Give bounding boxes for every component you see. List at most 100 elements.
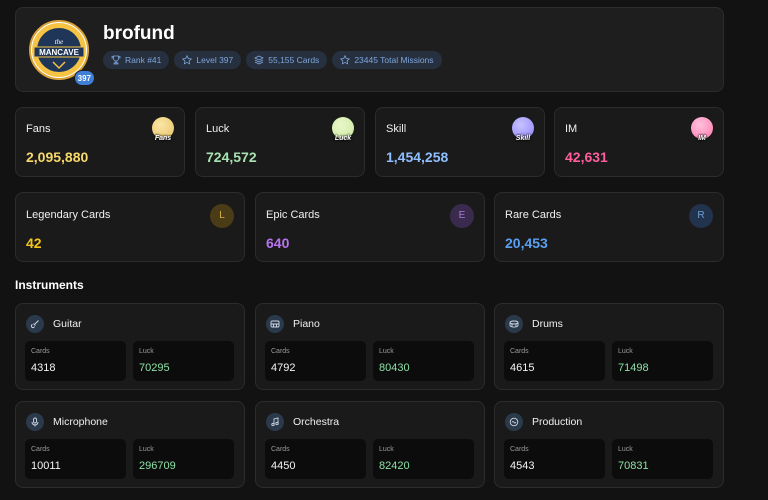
layers-icon [254, 55, 265, 65]
luck-value: 80430 [379, 362, 410, 374]
stat-value: 1,454,258 [386, 149, 449, 165]
svg-text:the: the [55, 38, 64, 46]
rarity-card-epic: Epic Cards 640 E [255, 192, 485, 262]
cards-stat: Cards 4450 [265, 439, 366, 479]
instrument-card-drums: Drums Cards 4615 Luck 71498 [494, 303, 724, 390]
instrument-name: Microphone [53, 416, 108, 428]
star-icon [340, 55, 351, 65]
profile-chips: Rank #41 Level 397 55,155 Cards 23445 To… [103, 51, 442, 69]
instrument-card-guitar: Guitar Cards 4318 Luck 70295 [15, 303, 245, 390]
cards-label: Cards [510, 348, 529, 355]
rarity-label: Legendary Cards [26, 209, 111, 221]
cards-value: 4318 [31, 362, 56, 374]
luck-stat: Luck 296709 [133, 439, 234, 479]
instrument-card-microphone: Microphone Cards 10011 Luck 296709 [15, 401, 245, 488]
level-chip-label: Level 397 [196, 55, 234, 65]
cards-chip-label: 55,155 Cards [268, 55, 320, 65]
cards-value: 10011 [31, 460, 61, 472]
music-note-icon [266, 413, 284, 431]
cards-chip: 55,155 Cards [246, 51, 328, 69]
stat-value: 42,631 [565, 149, 608, 165]
luck-label: Luck [139, 348, 154, 355]
missions-chip: 23445 Total Missions [332, 51, 442, 69]
luck-label: Luck [618, 348, 633, 355]
disc-icon [505, 413, 523, 431]
rare-letter-badge: R [689, 204, 713, 228]
cards-value: 4450 [271, 460, 296, 472]
luck-value: 82420 [379, 460, 410, 472]
skill-icon-label: Skill [515, 135, 531, 142]
cards-stat: Cards 10011 [25, 439, 126, 479]
instrument-card-orchestra: Orchestra Cards 4450 Luck 82420 [255, 401, 485, 488]
missions-chip-label: 23445 Total Missions [354, 55, 434, 65]
instrument-name: Guitar [53, 318, 82, 330]
stat-label: Luck [206, 123, 230, 135]
stat-card-skill: Skill 1,454,258 Skill [375, 107, 545, 177]
luck-stat: Luck 71498 [612, 341, 713, 381]
avatar[interactable]: the MANCAVE 397 [29, 20, 95, 86]
stat-value: 2,095,880 [26, 149, 89, 165]
cards-label: Cards [31, 348, 50, 355]
cards-stat: Cards 4543 [504, 439, 605, 479]
instruments-heading: Instruments [15, 278, 84, 292]
fans-icon-label: Fans [154, 135, 172, 142]
svg-text:MANCAVE: MANCAVE [39, 48, 80, 57]
luck-value: 296709 [139, 460, 176, 472]
fans-icon: Fans [152, 117, 174, 142]
stat-label: Fans [26, 123, 51, 135]
star-icon [182, 55, 193, 65]
cards-stat: Cards 4615 [504, 341, 605, 381]
luck-stat: Luck 70295 [133, 341, 234, 381]
cards-label: Cards [31, 446, 50, 453]
luck-label: Luck [139, 446, 154, 453]
cards-label: Cards [510, 446, 529, 453]
trophy-icon [111, 55, 121, 65]
cards-stat: Cards 4792 [265, 341, 366, 381]
profile-card: the MANCAVE 397 brofund Rank #41 Level 3… [15, 7, 724, 92]
luck-value: 70295 [139, 362, 170, 374]
instrument-name: Orchestra [293, 416, 340, 428]
cards-label: Cards [271, 348, 290, 355]
piano-icon [266, 315, 284, 333]
stat-card-im: IM 42,631 IM [554, 107, 724, 177]
luck-stat: Luck 82420 [373, 439, 474, 479]
instrument-card-piano: Piano Cards 4792 Luck 80430 [255, 303, 485, 390]
drum-icon [505, 315, 523, 333]
skill-icon: Skill [512, 117, 534, 142]
cards-value: 4792 [271, 362, 296, 374]
cards-value: 4543 [510, 460, 535, 472]
level-badge: 397 [73, 70, 95, 86]
cards-label: Cards [271, 446, 290, 453]
luck-stat: Luck 70831 [612, 439, 713, 479]
rarity-label: Rare Cards [505, 209, 562, 221]
username: brofund [103, 23, 175, 44]
rarity-value: 640 [266, 235, 290, 251]
im-icon-label: IM [698, 135, 706, 142]
rarity-card-rare: Rare Cards 20,453 R [494, 192, 724, 262]
instrument-card-production: Production Cards 4543 Luck 70831 [494, 401, 724, 488]
guitar-icon [26, 315, 44, 333]
rarity-value: 42 [26, 235, 42, 251]
luck-label: Luck [379, 446, 394, 453]
rank-chip-label: Rank #41 [125, 55, 162, 65]
clover-icon: Luck [332, 117, 354, 142]
epic-letter-badge: E [450, 204, 474, 228]
luck-label: Luck [618, 446, 633, 453]
instrument-name: Production [532, 416, 583, 428]
stat-label: Skill [386, 123, 407, 135]
instrument-name: Drums [532, 318, 563, 330]
legendary-letter-badge: L [210, 204, 234, 228]
rarity-value: 20,453 [505, 235, 548, 251]
luck-value: 71498 [618, 362, 649, 374]
microphone-icon [26, 413, 44, 431]
cards-value: 4615 [510, 362, 535, 374]
luck-value: 70831 [618, 460, 649, 472]
luck-stat: Luck 80430 [373, 341, 474, 381]
rank-chip: Rank #41 [103, 51, 170, 69]
level-chip: Level 397 [174, 51, 242, 69]
stat-card-fans: Fans 2,095,880 Fans [15, 107, 185, 177]
stat-card-luck: Luck 724,572 Luck [195, 107, 365, 177]
rarity-card-legendary: Legendary Cards 42 L [15, 192, 245, 262]
rarity-label: Epic Cards [266, 209, 320, 221]
luck-label: Luck [379, 348, 394, 355]
